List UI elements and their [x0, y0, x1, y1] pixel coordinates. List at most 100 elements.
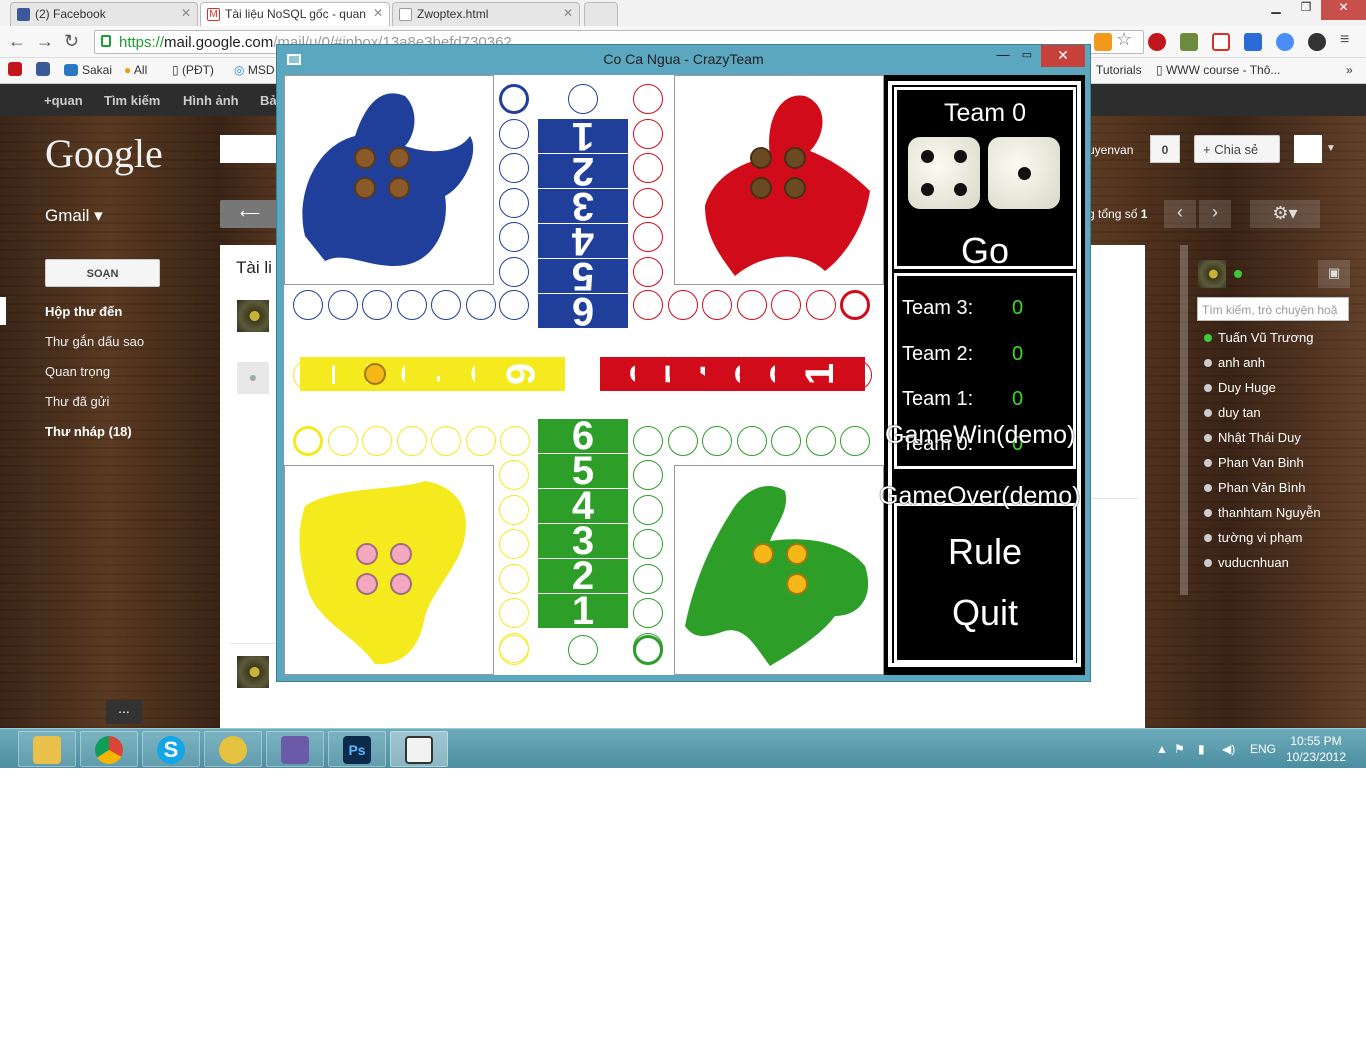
chick-piece-icon[interactable]	[364, 363, 386, 385]
chat-contact[interactable]: duy tan	[1204, 405, 1261, 420]
board-cell[interactable]	[702, 426, 732, 456]
quit-button[interactable]: Quit	[894, 592, 1076, 634]
tab-facebook[interactable]: (2) Facebook ✕	[10, 2, 198, 26]
board-cell[interactable]	[633, 290, 663, 320]
board-cell[interactable]	[667, 290, 698, 320]
board-cell[interactable]	[633, 118, 663, 149]
chat-contact[interactable]: anh anh	[1204, 355, 1265, 370]
nav-drafts[interactable]: Thư nháp (18)	[45, 424, 132, 439]
board-cell[interactable]	[633, 153, 663, 183]
bookmark-pdt[interactable]: ▯ (PĐT)	[172, 63, 214, 77]
extension-icon[interactable]	[1308, 33, 1326, 51]
cow-piece-icon[interactable]	[750, 177, 772, 199]
user-name[interactable]: uyenvan	[1088, 143, 1133, 157]
share-button[interactable]: + Chia sẻ	[1194, 135, 1280, 163]
flag-icon[interactable]: ⚑	[1174, 742, 1185, 756]
board-cell[interactable]	[499, 222, 529, 252]
extension-icon[interactable]	[1148, 33, 1166, 51]
board-cell[interactable]	[499, 635, 529, 665]
board-cell[interactable]	[805, 426, 836, 456]
chat-contact[interactable]: Phan Văn Bình	[1204, 480, 1305, 495]
taskbar-visualstudio[interactable]	[266, 731, 324, 767]
board-cell[interactable]	[633, 529, 663, 559]
bookmark-tutorials[interactable]: Tutorials	[1096, 63, 1142, 77]
bookmark-all[interactable]: ● All	[124, 63, 147, 77]
gbar-link-maps[interactable]: Bả	[260, 93, 277, 108]
board-cell[interactable]	[633, 426, 663, 456]
star-icon[interactable]: ☆	[1116, 29, 1134, 49]
close-button[interactable]: ✕	[1041, 45, 1085, 67]
nav-inbox[interactable]: Hộp thư đến	[45, 304, 122, 319]
gbar-link-search[interactable]: Tìm kiếm	[104, 93, 160, 108]
extension-icon[interactable]	[1180, 33, 1198, 51]
chat-contact[interactable]: Phan Van Binh	[1204, 455, 1304, 470]
bookmark-icon[interactable]	[8, 62, 22, 76]
close-icon[interactable]: ✕	[181, 6, 191, 20]
pig-piece-icon[interactable]	[356, 543, 378, 565]
extension-icon[interactable]	[1244, 33, 1262, 51]
board-cell[interactable]	[499, 460, 529, 490]
board-cell[interactable]	[568, 635, 598, 665]
gbar-link-images[interactable]: Hình ảnh	[183, 93, 239, 108]
chat-contact[interactable]: tường vi phạm	[1204, 530, 1302, 545]
board-cell[interactable]	[702, 290, 732, 320]
nav-important[interactable]: Quan trọng	[45, 364, 110, 379]
newer-button[interactable]: ‹	[1164, 200, 1196, 228]
bookmark-sakai[interactable]: Sakai	[64, 63, 112, 77]
taskbar-yahoo[interactable]	[204, 731, 262, 767]
chick-piece-icon[interactable]	[786, 543, 808, 565]
cow-piece-icon[interactable]	[784, 177, 806, 199]
close-button[interactable]: ✕	[1321, 0, 1366, 20]
board-cell[interactable]	[736, 426, 767, 456]
board-cell[interactable]	[499, 153, 529, 183]
board-cell[interactable]	[633, 563, 663, 594]
board-cell[interactable]	[465, 290, 496, 320]
gmail-menu[interactable]: Gmail ▾	[45, 206, 103, 226]
close-icon[interactable]: ✕	[563, 6, 573, 20]
chat-contact[interactable]: Nhật Thái Duy	[1204, 430, 1301, 445]
board-cell[interactable]	[500, 426, 530, 456]
chat-avatar[interactable]	[1198, 260, 1226, 288]
gmail-extension-icon[interactable]	[1212, 33, 1230, 51]
rule-button[interactable]: Rule	[894, 531, 1076, 573]
dog-piece-icon[interactable]	[354, 147, 376, 169]
tab-gmail[interactable]: M Tài liệu NoSQL gốc - quan ✕	[200, 2, 390, 26]
board-cell[interactable]	[293, 426, 323, 456]
board-cell[interactable]	[840, 426, 870, 456]
network-icon[interactable]: ▮	[1198, 742, 1205, 756]
board-cell[interactable]	[396, 426, 427, 456]
board-cell[interactable]	[499, 118, 529, 149]
close-icon[interactable]: ✕	[373, 6, 383, 20]
board-cell[interactable]	[499, 598, 529, 628]
board-cell[interactable]	[633, 222, 663, 252]
nav-starred[interactable]: Thư gắn dấu sao	[45, 334, 144, 349]
chat-search-input[interactable]: Tìm kiếm, trò chuyện hoặ	[1197, 297, 1349, 321]
gbar-link-plus[interactable]: +quan	[44, 93, 83, 108]
board-cell[interactable]	[736, 290, 767, 320]
chick-piece-icon[interactable]	[752, 543, 774, 565]
board-cell[interactable]	[633, 494, 663, 525]
board-cell[interactable]	[327, 290, 358, 320]
board-cell[interactable]	[465, 426, 496, 456]
bookmark-msd[interactable]: ◎ MSD	[234, 63, 275, 77]
board-cell[interactable]	[431, 426, 461, 456]
chat-contact[interactable]: vuducnhuan	[1204, 555, 1289, 570]
maximize-button[interactable]: ❐	[1291, 0, 1321, 20]
board-cell[interactable]	[771, 426, 801, 456]
minimize-button[interactable]: ▁	[1261, 0, 1291, 20]
gameover-demo-button[interactable]: GameOver(demo)	[879, 482, 1080, 511]
pig-piece-icon[interactable]	[390, 543, 412, 565]
language-indicator[interactable]: ENG	[1250, 742, 1276, 756]
board-cell[interactable]	[840, 290, 870, 320]
gamewin-demo-button[interactable]: GameWin(demo)	[885, 421, 1075, 450]
board-cell[interactable]	[327, 426, 358, 456]
taskbar-skype[interactable]: S	[142, 731, 200, 767]
extension-icon[interactable]	[1276, 33, 1294, 51]
compose-button[interactable]: SOẠN	[45, 259, 160, 287]
board-cell[interactable]	[633, 460, 663, 490]
board-cell[interactable]	[431, 290, 461, 320]
board-cell[interactable]	[805, 290, 836, 320]
taskbar-photoshop[interactable]: Ps	[328, 731, 386, 767]
board-cell[interactable]	[362, 426, 392, 456]
show-hidden-icons[interactable]: ▲	[1156, 742, 1168, 756]
